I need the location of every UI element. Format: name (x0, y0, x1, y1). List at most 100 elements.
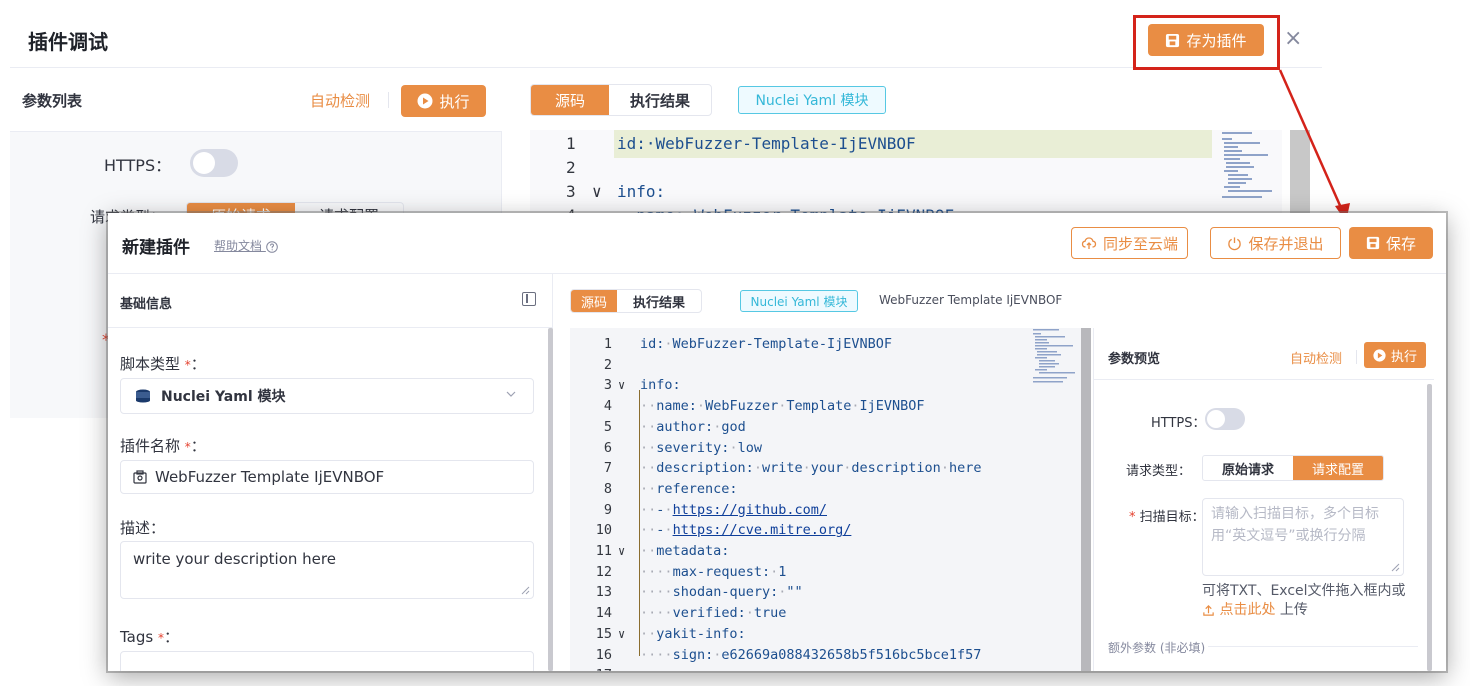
colon: ： (190, 437, 206, 455)
script-type-value: Nuclei Yaml 模块 (161, 389, 286, 405)
code-text: ····sign:·e62669a088432658b5f516bc5bce1f… (640, 646, 982, 663)
code-text: ··reference: (640, 480, 738, 497)
cloud-upload-icon (1081, 237, 1097, 249)
colon: ： (190, 355, 206, 373)
question-circle-icon (266, 240, 278, 253)
param-preview-title: 参数预览 (1108, 352, 1161, 367)
code-line: 6 ··severity:·low (570, 438, 1081, 459)
code-minimap[interactable] (1032, 328, 1076, 388)
script-type-label: 脚本类型 *： (120, 353, 206, 374)
upload-hint: 可将TXT、Excel文件拖入框内或 点击此处 上传 (1202, 582, 1408, 620)
code-text: ··severity:·low (640, 439, 762, 456)
segment-original-request[interactable]: 原始请求 (1203, 456, 1293, 480)
line-number: 16 (595, 646, 612, 663)
power-icon (1228, 236, 1242, 250)
tags-label: Tags *： (120, 626, 179, 647)
preview-scrollbar[interactable] (1427, 384, 1432, 671)
resize-handle-icon[interactable] (1391, 563, 1400, 572)
request-type-segment[interactable]: 原始请求 请求配置 (1202, 455, 1384, 481)
save-and-exit-button[interactable]: 保存并退出 (1210, 227, 1341, 259)
tab-source[interactable]: 源码 (571, 290, 617, 312)
help-docs-link[interactable]: 帮助文档 (214, 237, 278, 254)
scan-target-label-text: 扫描目标： (1139, 510, 1205, 525)
https-toggle[interactable] (1205, 408, 1245, 430)
code-text: ··-·https://cve.mitre.org/ (640, 522, 852, 539)
scan-target-textarea[interactable]: 请输入扫描目标，多个目标用“英文逗号”或换行分隔 (1202, 498, 1404, 576)
code-text: ····shodan-query:·"" (640, 584, 803, 601)
colon: ： (150, 519, 166, 537)
description-value: write your description here (133, 550, 336, 568)
code-line: 2 (570, 355, 1081, 376)
code-text: ····verified:·true (640, 605, 787, 622)
plugin-icon (133, 470, 147, 484)
tags-input[interactable] (120, 651, 534, 671)
code-text: info: (640, 377, 681, 394)
param-preview-bar: 参数预览 自动检测 执行 (1094, 328, 1434, 380)
scan-target-label: * 扫描目标： (1129, 506, 1205, 525)
https-label: HTTPS： (1151, 416, 1206, 431)
code-text: id:·WebFuzzer-Template-IjEVNBOF (640, 336, 892, 352)
modal-tabs[interactable]: 源码 执行结果 (570, 289, 702, 313)
fold-icon[interactable]: ∨ (618, 624, 625, 645)
source-panel: 源码 执行结果 Nuclei Yaml 模块 WebFuzzer Templat… (553, 274, 1446, 671)
plugin-name-label-text: 插件名称 (120, 437, 181, 455)
description-textarea[interactable]: write your description here (120, 541, 534, 599)
code-line: 10 ··-·https://cve.mitre.org/ (570, 520, 1081, 541)
divider (1208, 646, 1418, 647)
param-preview-panel: 参数预览 自动检测 执行 HTTPS： 请求类型： 原始请求 请求配置 * 扫描… (1093, 328, 1434, 671)
code-text: ··yakit-info: (640, 625, 746, 642)
plugin-name-input[interactable]: WebFuzzer Template IjEVNBOF (120, 460, 534, 494)
collapse-panel-icon[interactable] (522, 292, 536, 306)
code-line: 5 ··author:·god (570, 417, 1081, 438)
divider (1356, 350, 1357, 364)
upload-icon (1203, 604, 1214, 616)
editor-scrollbar[interactable] (1081, 328, 1091, 671)
code-line: 13 ····shodan-query:·"" (570, 582, 1081, 603)
plugin-name-value: WebFuzzer Template IjEVNBOF (155, 468, 385, 486)
tags-label-text: Tags (120, 628, 154, 646)
extra-params-label: 额外参数 (非必填) (1108, 641, 1206, 655)
code-text: ··name:·WebFuzzer·Template·IjEVNBOF (640, 398, 925, 415)
click-here-upload-link[interactable]: 点击此处 (1219, 602, 1275, 618)
chevron-down-icon (505, 388, 517, 403)
line-number: 9 (603, 501, 612, 518)
code-line: 16 ····sign:·e62669a088432658b5f516bc5bce… (570, 645, 1081, 666)
code-line: 3 ∨ info: (570, 375, 1081, 396)
code-text: ··description:·write·your·description·he… (640, 460, 982, 477)
resize-handle-icon[interactable] (521, 586, 530, 595)
code-text: ··-·https://github.com/ (640, 501, 827, 518)
segment-request-config[interactable]: 请求配置 (1293, 456, 1383, 480)
basic-info-panel: 基础信息 脚本类型 *： Nuclei Yaml 模块 插件名称 *： WebF… (108, 274, 553, 671)
template-name: WebFuzzer Template IjEVNBOF (879, 293, 1063, 307)
sync-to-cloud-button[interactable]: 同步至云端 (1071, 227, 1188, 259)
fold-icon[interactable]: ∨ (618, 541, 625, 562)
code-text: ··author:·god (640, 418, 746, 435)
script-type-select[interactable]: Nuclei Yaml 模块 (120, 378, 534, 414)
code-line: 7 ··description:·write·your·description·h… (570, 458, 1081, 479)
code-line: 17 (570, 665, 1081, 671)
line-number: 11 (595, 543, 612, 559)
save-and-exit-label: 保存并退出 (1248, 234, 1324, 253)
line-number: 14 (595, 605, 612, 622)
modal-title: 新建插件 (122, 238, 190, 258)
basic-info-title: 基础信息 (120, 297, 173, 312)
fold-icon[interactable]: ∨ (618, 375, 625, 396)
line-number: 5 (603, 418, 612, 435)
line-number: 3 (603, 377, 612, 394)
execute-button[interactable]: 执行 (1364, 342, 1426, 368)
tab-execution-result[interactable]: 执行结果 (617, 290, 701, 312)
save-button[interactable]: 保存 (1349, 227, 1433, 259)
new-plugin-modal: 新建插件 帮助文档 同步至云端 保存并退出 保存 基础信息 脚本类型 *： Nu… (108, 213, 1446, 671)
line-number: 10 (595, 522, 612, 539)
help-docs-label: 帮助文档 (214, 239, 263, 253)
play-icon (1373, 348, 1386, 362)
code-text: ····max-request:·1 (640, 563, 787, 580)
code-line: 8 ··reference: (570, 479, 1081, 500)
script-type-label-text: 脚本类型 (120, 355, 181, 373)
execute-label: 执行 (1390, 349, 1417, 365)
auto-detect-link[interactable]: 自动检测 (1290, 348, 1342, 367)
description-label-text: 描述 (120, 519, 151, 537)
code-line: 14 ····verified:·true (570, 603, 1081, 624)
upload-hint-text: 可将TXT、Excel文件拖入框内或 (1202, 583, 1406, 599)
code-editor[interactable]: 1 id:·WebFuzzer-Template-IjEVNBOF 2 3 ∨ info:… (570, 328, 1091, 671)
